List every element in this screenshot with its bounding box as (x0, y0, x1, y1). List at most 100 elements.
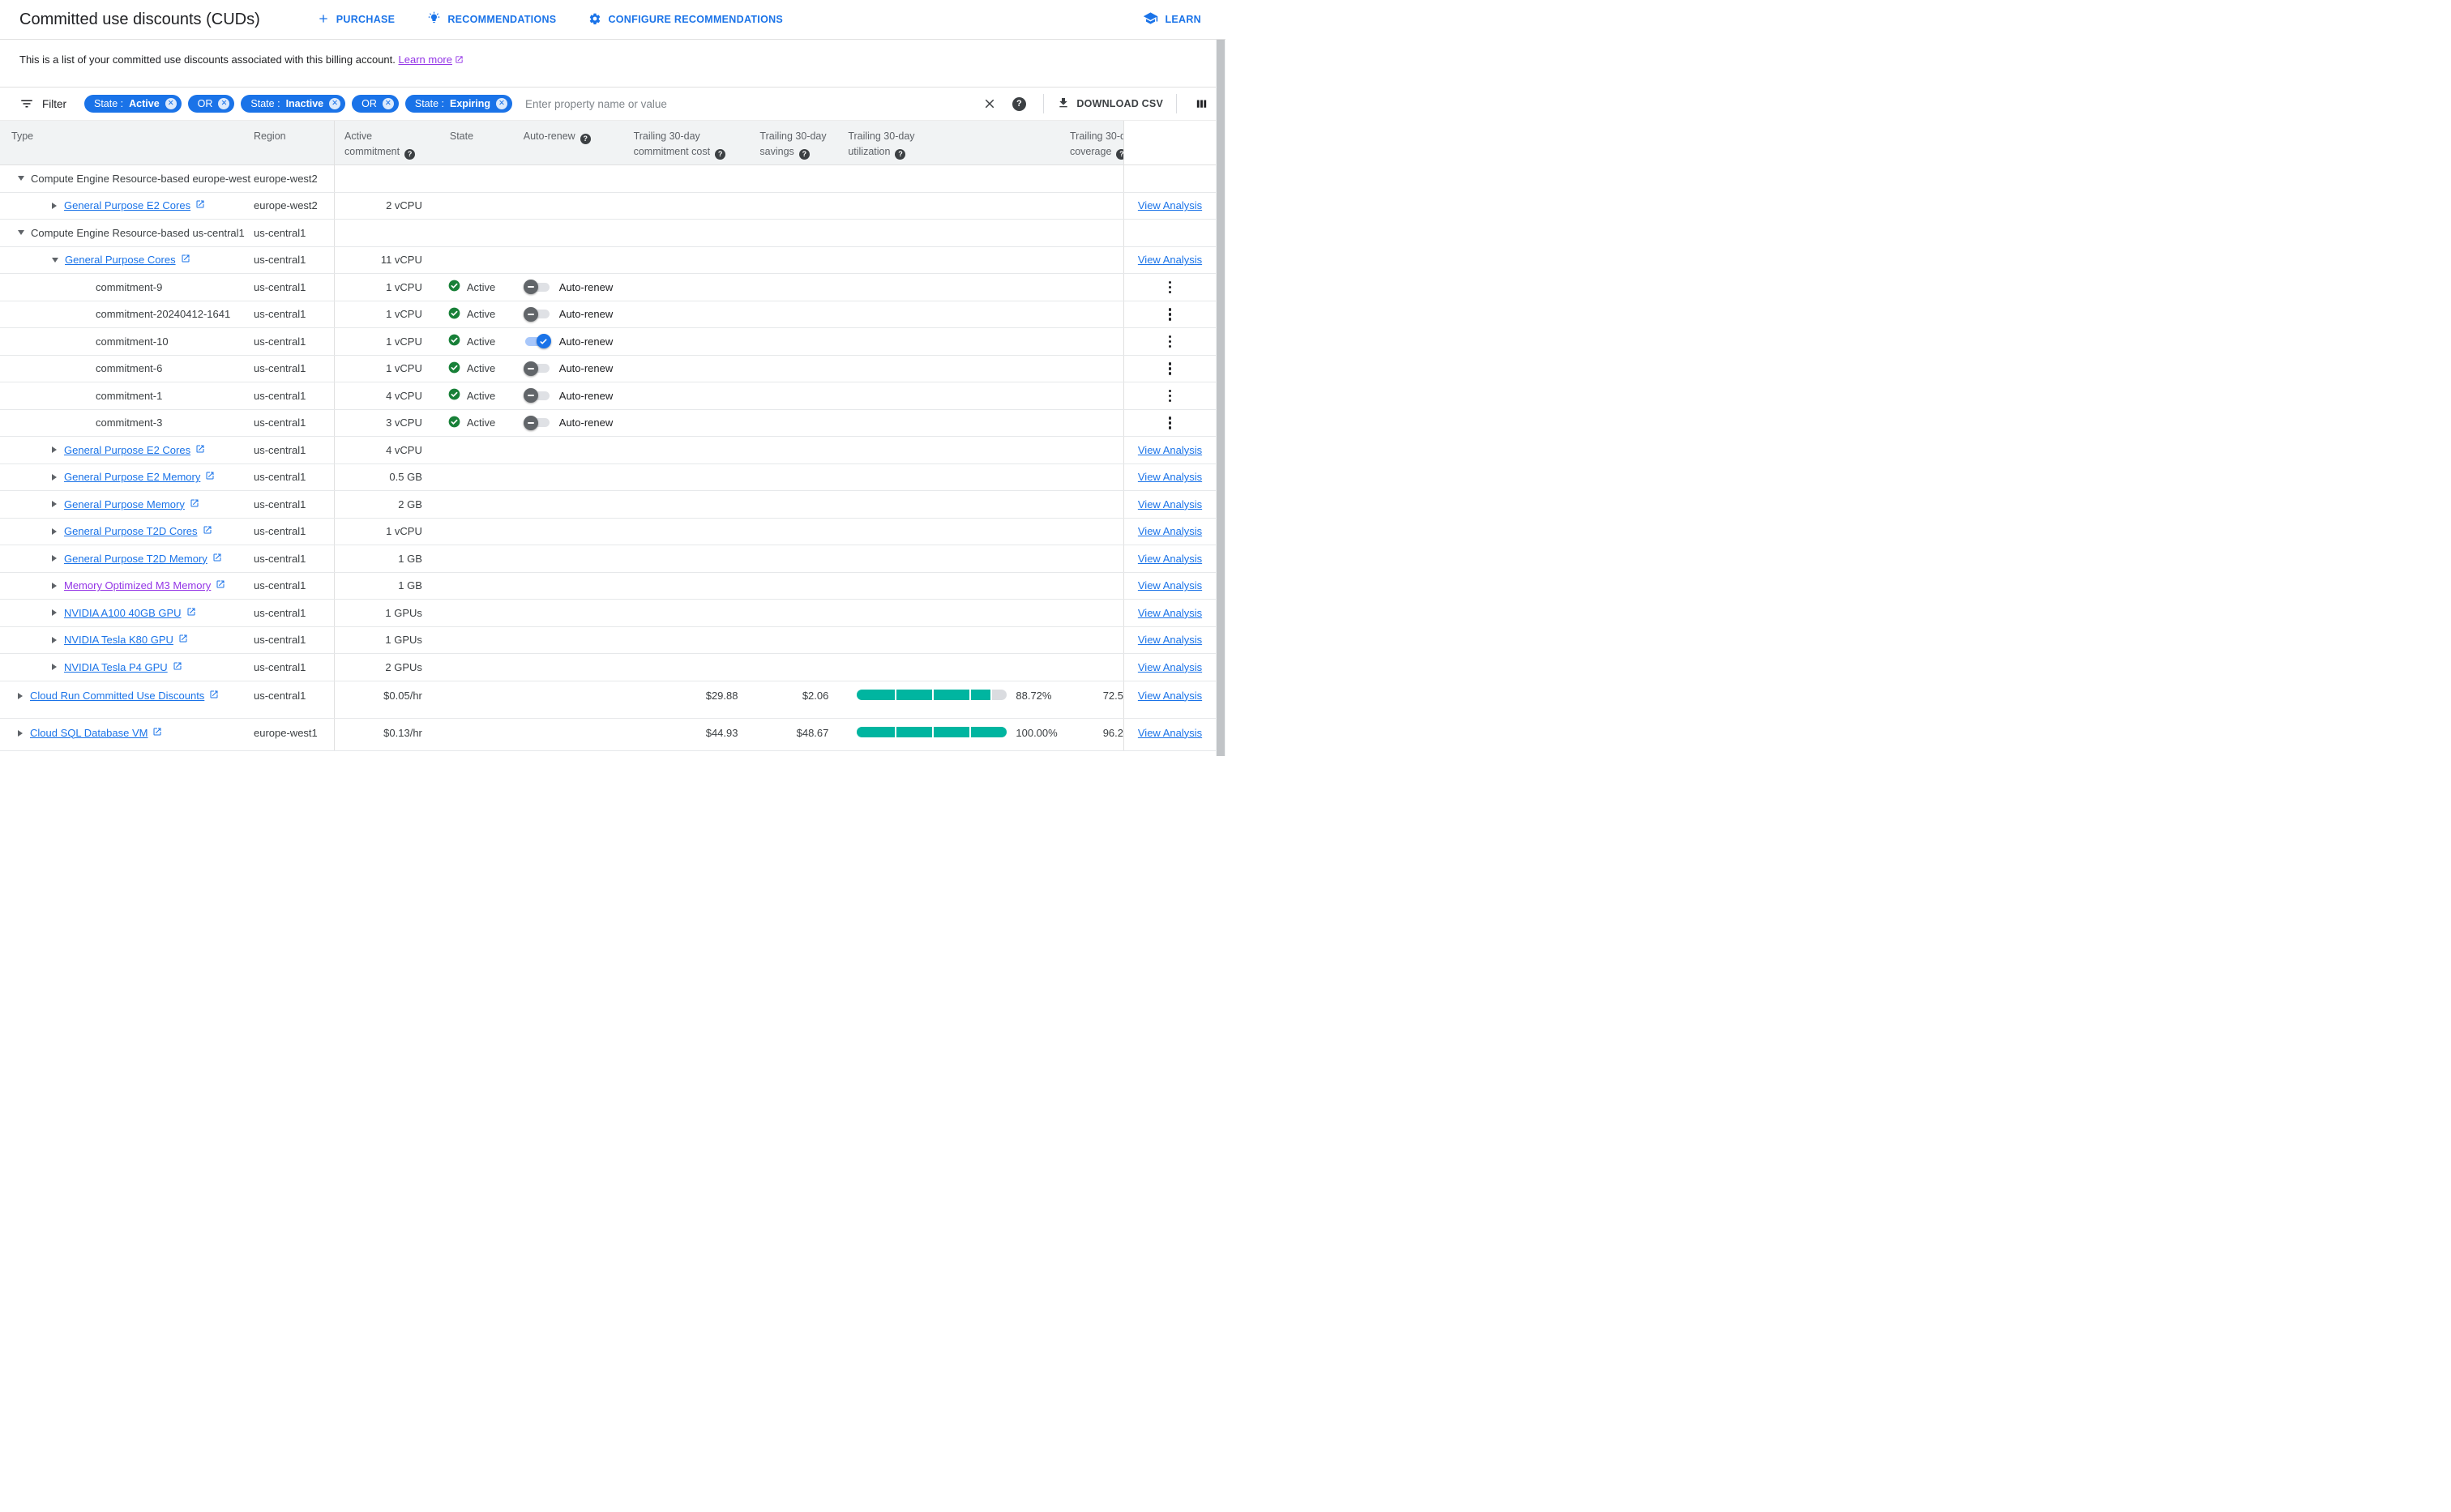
type-link[interactable]: NVIDIA Tesla K80 GPU (64, 634, 188, 646)
help-icon[interactable]: ? (798, 149, 810, 160)
view-analysis-link[interactable]: View Analysis (1138, 579, 1202, 592)
row-expander-icon[interactable] (52, 555, 57, 562)
view-analysis-link[interactable]: View Analysis (1138, 553, 1202, 565)
help-icon[interactable]: ? (715, 149, 726, 160)
view-analysis-link[interactable]: View Analysis (1138, 690, 1202, 702)
type-link[interactable]: Cloud Run Committed Use Discounts (30, 690, 219, 702)
scrollbar-thumb[interactable] (1217, 40, 1225, 756)
column-header-auto-renew[interactable]: Auto-renew? (520, 121, 634, 164)
purchase-button[interactable]: PURCHASE (317, 12, 396, 28)
row-expander-icon[interactable] (52, 609, 57, 617)
column-header-savings[interactable]: Trailing 30-day savings? (744, 121, 835, 164)
view-analysis-link[interactable]: View Analysis (1138, 199, 1202, 211)
row-expander-icon[interactable] (18, 230, 24, 236)
view-analysis-link[interactable]: View Analysis (1138, 525, 1202, 537)
view-analysis-link[interactable]: View Analysis (1138, 254, 1202, 266)
view-analysis-link[interactable]: View Analysis (1138, 498, 1202, 510)
type-link[interactable]: General Purpose E2 Memory (64, 471, 215, 483)
auto-renew-toggle[interactable] (523, 415, 551, 430)
row-expander-icon[interactable] (52, 664, 57, 671)
row-expander-icon[interactable] (18, 176, 24, 182)
row-action-cell: View Analysis (1123, 463, 1216, 490)
column-header-state[interactable]: State (426, 121, 520, 164)
column-header-coverage[interactable]: Trailing 30-day coverage? (1070, 121, 1123, 164)
view-analysis-link[interactable]: View Analysis (1138, 727, 1202, 739)
view-analysis-link[interactable]: View Analysis (1138, 661, 1202, 673)
chip-remove-icon[interactable]: ✕ (496, 98, 508, 109)
auto-renew-toggle[interactable] (524, 334, 551, 349)
type-link[interactable]: NVIDIA Tesla P4 GPU (64, 661, 182, 673)
help-icon[interactable]: ? (580, 134, 591, 144)
view-analysis-link[interactable]: View Analysis (1138, 607, 1202, 619)
view-analysis-link[interactable]: View Analysis (1138, 444, 1202, 456)
kebab-menu-icon[interactable] (1166, 278, 1175, 297)
type-link[interactable]: General Purpose E2 Cores (64, 199, 205, 211)
auto-renew-toggle[interactable] (523, 306, 551, 322)
row-expander-icon[interactable] (52, 501, 57, 508)
view-analysis-link[interactable]: View Analysis (1138, 471, 1202, 483)
row-expander-icon[interactable] (52, 527, 57, 535)
region-label: us-central1 (254, 606, 306, 619)
type-link[interactable]: General Purpose Memory (64, 498, 199, 510)
type-link[interactable]: Cloud SQL Database VM (30, 727, 162, 739)
row-middle-section: 1 vCPU Active Auto-renew (334, 301, 1123, 327)
active-commitment-cell: 1 vCPU (335, 519, 426, 545)
filter-chip-or[interactable]: OR ✕ (352, 95, 399, 113)
learn-more-link[interactable]: Learn more (399, 53, 452, 66)
column-header-region[interactable]: Region (251, 121, 334, 164)
column-header-utilization[interactable]: Trailing 30-day utilization? (835, 121, 1070, 164)
filter-help-icon[interactable]: ? (1007, 92, 1030, 115)
chip-remove-icon[interactable]: ✕ (218, 98, 230, 109)
kebab-menu-icon[interactable] (1166, 305, 1175, 324)
recommendations-button[interactable]: RECOMMENDATIONS (427, 11, 556, 28)
row-expander-icon[interactable] (18, 692, 23, 699)
type-link[interactable]: NVIDIA A100 40GB GPU (64, 607, 196, 619)
row-action-cell (1123, 220, 1216, 246)
region-cell: europe-west1 (251, 719, 334, 750)
auto-renew-cell (520, 491, 634, 518)
kebab-menu-icon[interactable] (1166, 359, 1175, 378)
learn-button[interactable]: LEARN (1143, 11, 1201, 28)
kebab-menu-icon[interactable] (1166, 387, 1175, 406)
kebab-menu-icon[interactable] (1166, 413, 1175, 433)
row-expander-icon[interactable] (52, 257, 58, 263)
configure-recommendations-button[interactable]: CONFIGURE RECOMMENDATIONS (588, 12, 783, 28)
active-commitment-cell: 0.5 GB (335, 464, 426, 491)
type-link[interactable]: General Purpose T2D Memory (64, 553, 222, 565)
filter-input[interactable] (524, 96, 973, 111)
commitment-cost-cell: $44.93 (634, 719, 745, 750)
view-analysis-link[interactable]: View Analysis (1138, 634, 1202, 646)
auto-renew-toggle[interactable] (523, 280, 551, 295)
filter-chip-or[interactable]: OR ✕ (187, 95, 235, 113)
column-display-options-icon[interactable] (1190, 92, 1213, 115)
row-expander-icon[interactable] (52, 636, 57, 643)
chip-remove-icon[interactable]: ✕ (329, 98, 341, 109)
auto-renew-toggle[interactable] (523, 361, 551, 376)
column-header-commitment-cost[interactable]: Trailing 30-day commitment cost? (634, 121, 745, 164)
row-expander-icon[interactable] (52, 202, 57, 209)
filter-chip[interactable]: State : Expiring ✕ (404, 95, 513, 113)
type-link[interactable]: General Purpose T2D Cores (64, 525, 212, 537)
kebab-menu-icon[interactable] (1166, 332, 1175, 352)
chip-remove-icon[interactable]: ✕ (382, 98, 394, 109)
type-link[interactable]: Memory Optimized M3 Memory (64, 579, 225, 592)
chip-remove-icon[interactable]: ✕ (165, 98, 177, 109)
type-link[interactable]: General Purpose Cores (65, 254, 190, 266)
clear-filters-icon[interactable] (978, 92, 1001, 115)
row-expander-icon[interactable] (52, 582, 57, 589)
type-link[interactable]: General Purpose E2 Cores (64, 444, 205, 456)
help-icon[interactable]: ? (404, 149, 416, 160)
external-link-icon (190, 498, 199, 510)
column-header-active-commitment[interactable]: Active commitment? (335, 121, 426, 164)
help-icon[interactable]: ? (895, 149, 906, 160)
filter-chip[interactable]: State : Active ✕ (84, 95, 182, 113)
help-icon[interactable]: ? (1116, 149, 1123, 160)
column-header-type[interactable]: Type (0, 121, 251, 164)
row-expander-icon[interactable] (52, 446, 57, 454)
auto-renew-toggle[interactable] (523, 388, 551, 404)
row-expander-icon[interactable] (18, 729, 23, 737)
download-csv-button[interactable]: DOWNLOAD CSV (1057, 96, 1163, 112)
row-expander-icon[interactable] (52, 473, 57, 481)
filter-chip[interactable]: State : Inactive ✕ (241, 95, 346, 113)
region-cell: us-central1 (251, 519, 334, 545)
